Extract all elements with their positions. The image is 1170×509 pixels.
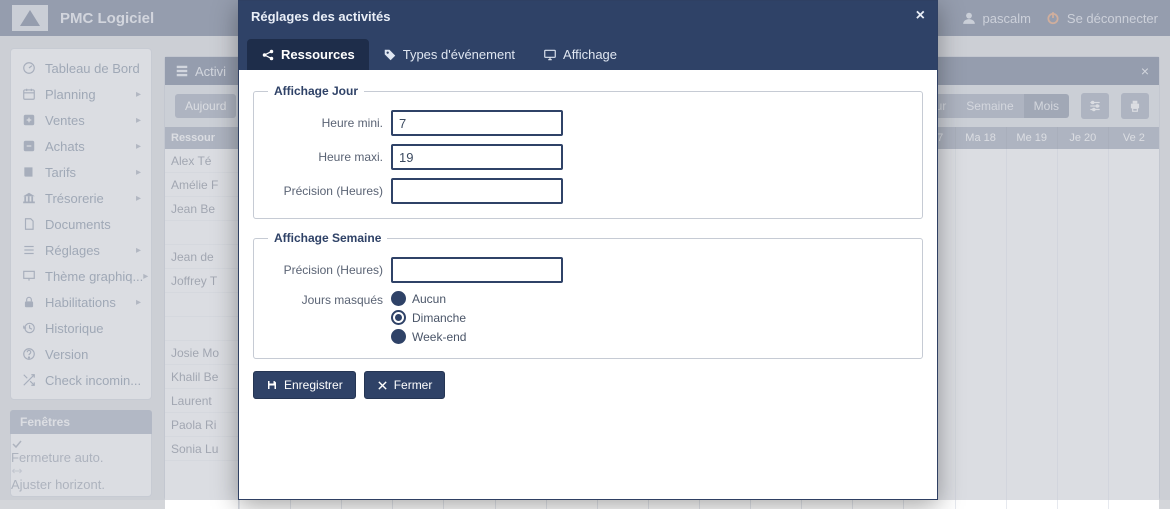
- radio-aucun-text: Aucun: [412, 292, 446, 306]
- fieldset-week-display: Affichage Semaine Précision (Heures) Jou…: [253, 231, 923, 359]
- modal-title: Réglages des activités: [251, 9, 390, 24]
- tab-types-label: Types d'événement: [403, 47, 515, 62]
- label-heure-mini: Heure mini.: [268, 116, 383, 130]
- save-icon: [266, 379, 278, 391]
- share-icon: [261, 48, 275, 62]
- modal-titlebar[interactable]: Réglages des activités ×: [239, 1, 937, 31]
- radio-weekend[interactable]: [391, 329, 406, 344]
- close-icon: [377, 380, 388, 391]
- input-heure-maxi[interactable]: [391, 144, 563, 170]
- label-precision-day: Précision (Heures): [268, 184, 383, 198]
- day-legend: Affichage Jour: [268, 84, 364, 98]
- radio-aucun-label[interactable]: Aucun: [391, 291, 466, 306]
- input-precision-week[interactable]: [391, 257, 563, 283]
- save-label: Enregistrer: [284, 378, 343, 392]
- tab-types[interactable]: Types d'événement: [369, 39, 529, 70]
- modal-tabs: Ressources Types d'événement Affichage: [239, 31, 937, 70]
- monitor-icon: [543, 48, 557, 62]
- fieldset-day-display: Affichage Jour Heure mini. Heure maxi. P…: [253, 84, 923, 219]
- radio-weekend-label[interactable]: Week-end: [391, 329, 466, 344]
- modal-body: Affichage Jour Heure mini. Heure maxi. P…: [239, 70, 937, 499]
- save-button[interactable]: Enregistrer: [253, 371, 356, 399]
- label-jours-masques: Jours masqués: [268, 291, 383, 307]
- activity-settings-modal: Réglages des activités × Ressources Type…: [238, 0, 938, 500]
- label-heure-maxi: Heure maxi.: [268, 150, 383, 164]
- radio-group-masked-days: Aucun Dimanche Week-end: [391, 291, 466, 344]
- tag-icon: [383, 48, 397, 62]
- week-legend: Affichage Semaine: [268, 231, 387, 245]
- input-precision-day[interactable]: [391, 178, 563, 204]
- modal-close-button[interactable]: ×: [916, 8, 925, 24]
- input-heure-mini[interactable]: [391, 110, 563, 136]
- radio-dimanche-label[interactable]: Dimanche: [391, 310, 466, 325]
- radio-weekend-text: Week-end: [412, 330, 466, 344]
- close-button[interactable]: Fermer: [364, 371, 446, 399]
- radio-aucun[interactable]: [391, 291, 406, 306]
- tab-affichage-label: Affichage: [563, 47, 617, 62]
- tab-affichage[interactable]: Affichage: [529, 39, 631, 70]
- tab-ressources-label: Ressources: [281, 47, 355, 62]
- modal-actions: Enregistrer Fermer: [253, 371, 923, 399]
- radio-dimanche-text: Dimanche: [412, 311, 466, 325]
- tab-ressources[interactable]: Ressources: [247, 39, 369, 70]
- close-label: Fermer: [394, 378, 433, 392]
- radio-dimanche[interactable]: [391, 310, 406, 325]
- label-precision-week: Précision (Heures): [268, 263, 383, 277]
